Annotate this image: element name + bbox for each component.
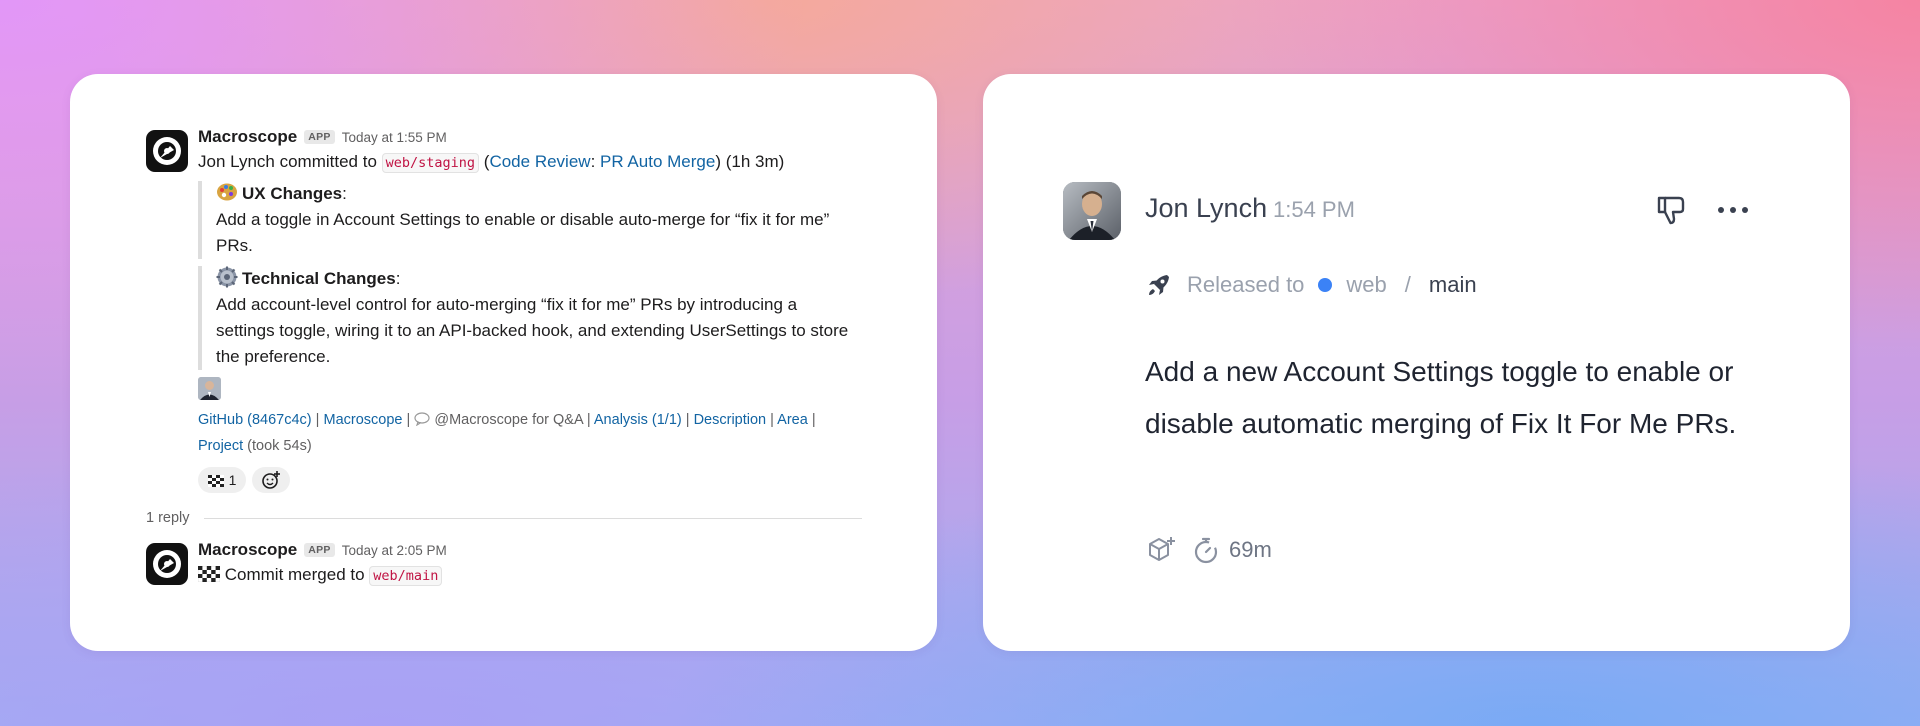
pr-auto-merge-link[interactable]: PR Auto Merge bbox=[600, 152, 715, 171]
add-reaction-button[interactable] bbox=[1145, 534, 1177, 566]
repo-status-dot bbox=[1318, 278, 1333, 292]
colon: : bbox=[590, 152, 596, 171]
post-time: 1:54 PM bbox=[1273, 197, 1355, 222]
ux-changes-title: UX Changes bbox=[242, 184, 343, 203]
add-reaction-button[interactable] bbox=[252, 467, 290, 493]
checkered-flag-icon bbox=[207, 474, 224, 487]
analysis-link[interactable]: Analysis (1/1) bbox=[594, 412, 682, 428]
technical-changes-block: Technical Changes: Add account-level con… bbox=[198, 266, 856, 370]
merge-text: Commit merged to bbox=[224, 565, 365, 584]
duration-text: ) (1h 3m) bbox=[715, 152, 785, 171]
message-links: GitHub (8467c4c) | Macroscope | @Macrosc… bbox=[198, 407, 878, 459]
macroscope-link[interactable]: Macroscope bbox=[323, 412, 402, 428]
branch-code: web/main bbox=[369, 566, 443, 586]
slack-thread-card: Macroscope APP Today at 1:55 PM Jon Lync… bbox=[70, 74, 937, 651]
rocket-icon bbox=[1149, 275, 1169, 295]
release-target: Released to web / main bbox=[1145, 270, 1477, 300]
separator: | bbox=[586, 412, 591, 428]
technical-colon: : bbox=[395, 269, 401, 288]
message-timestamp[interactable]: Today at 2:05 PM bbox=[342, 543, 447, 558]
path-separator: / bbox=[1404, 272, 1411, 297]
separator: | bbox=[770, 412, 774, 428]
app-badge: APP bbox=[304, 543, 335, 557]
commit-prefix: Jon Lynch committed to bbox=[198, 152, 377, 171]
code-review-link[interactable]: Code Review bbox=[489, 152, 590, 171]
stopwatch-icon bbox=[1191, 535, 1221, 565]
qa-mention: @Macroscope for Q&A bbox=[434, 412, 583, 428]
macroscope-app-avatar[interactable] bbox=[146, 543, 188, 585]
more-options-button[interactable] bbox=[1713, 192, 1753, 228]
macroscope-app-avatar[interactable] bbox=[146, 130, 188, 172]
sender-name[interactable]: Macroscope bbox=[198, 127, 297, 147]
author-name[interactable]: Jon Lynch bbox=[1145, 193, 1267, 224]
sender-name[interactable]: Macroscope bbox=[198, 540, 297, 560]
card-footer: 69m bbox=[1145, 534, 1272, 566]
macroscope-logo-icon bbox=[153, 550, 181, 578]
gear-icon bbox=[216, 266, 238, 288]
separator: | bbox=[315, 412, 320, 428]
merge-line: Commit merged to web/main bbox=[197, 562, 866, 589]
replies-count[interactable]: 1 reply bbox=[146, 510, 190, 526]
thumbs-down-button[interactable] bbox=[1653, 192, 1689, 228]
thumbs-down-icon bbox=[1657, 196, 1685, 225]
ux-changes-body: Add a toggle in Account Settings to enab… bbox=[216, 210, 830, 255]
separator: | bbox=[811, 412, 816, 428]
reaction-count: 1 bbox=[228, 472, 237, 488]
duration-value: 69m bbox=[1229, 537, 1272, 562]
message-timestamp[interactable]: Today at 1:55 PM bbox=[342, 130, 447, 145]
author-avatar[interactable] bbox=[1063, 182, 1121, 240]
committer-avatar[interactable] bbox=[198, 377, 221, 400]
macroscope-logo-icon bbox=[153, 137, 181, 165]
speech-bubble-icon bbox=[414, 409, 430, 427]
release-card: Jon Lynch 1:54 PM Released to web / main… bbox=[983, 74, 1850, 651]
checkered-flag-icon bbox=[197, 564, 221, 583]
separator: | bbox=[406, 412, 411, 428]
palette-icon bbox=[216, 181, 238, 203]
github-link[interactable]: GitHub (8467c4c) bbox=[198, 412, 312, 428]
took-text: (took 54s) bbox=[247, 438, 312, 454]
branch-code: web/staging bbox=[381, 153, 480, 173]
separator: | bbox=[685, 412, 690, 428]
technical-changes-body: Add account-level control for auto-mergi… bbox=[216, 295, 849, 366]
add-reaction-icon bbox=[1149, 537, 1175, 561]
branch-name[interactable]: main bbox=[1429, 272, 1477, 298]
ux-changes-block: UX Changes: Add a toggle in Account Sett… bbox=[198, 181, 856, 259]
area-link[interactable]: Area bbox=[777, 412, 808, 428]
reaction-flag[interactable]: 1 bbox=[198, 467, 246, 493]
technical-changes-title: Technical Changes bbox=[242, 269, 396, 288]
commit-line: Jon Lynch committed to web/staging (Code… bbox=[198, 149, 866, 176]
divider-line bbox=[203, 517, 862, 519]
app-badge: APP bbox=[304, 130, 335, 144]
repo-name[interactable]: web bbox=[1346, 272, 1386, 298]
project-link[interactable]: Project bbox=[198, 438, 243, 454]
more-horizontal-icon bbox=[1718, 207, 1748, 213]
released-label: Released to bbox=[1187, 272, 1305, 297]
add-reaction-icon bbox=[262, 471, 280, 489]
change-summary: Add a new Account Settings toggle to ena… bbox=[1145, 356, 1737, 439]
ux-colon: : bbox=[342, 184, 347, 203]
replies-divider: 1 reply bbox=[146, 510, 862, 526]
description-link[interactable]: Description bbox=[694, 412, 767, 428]
